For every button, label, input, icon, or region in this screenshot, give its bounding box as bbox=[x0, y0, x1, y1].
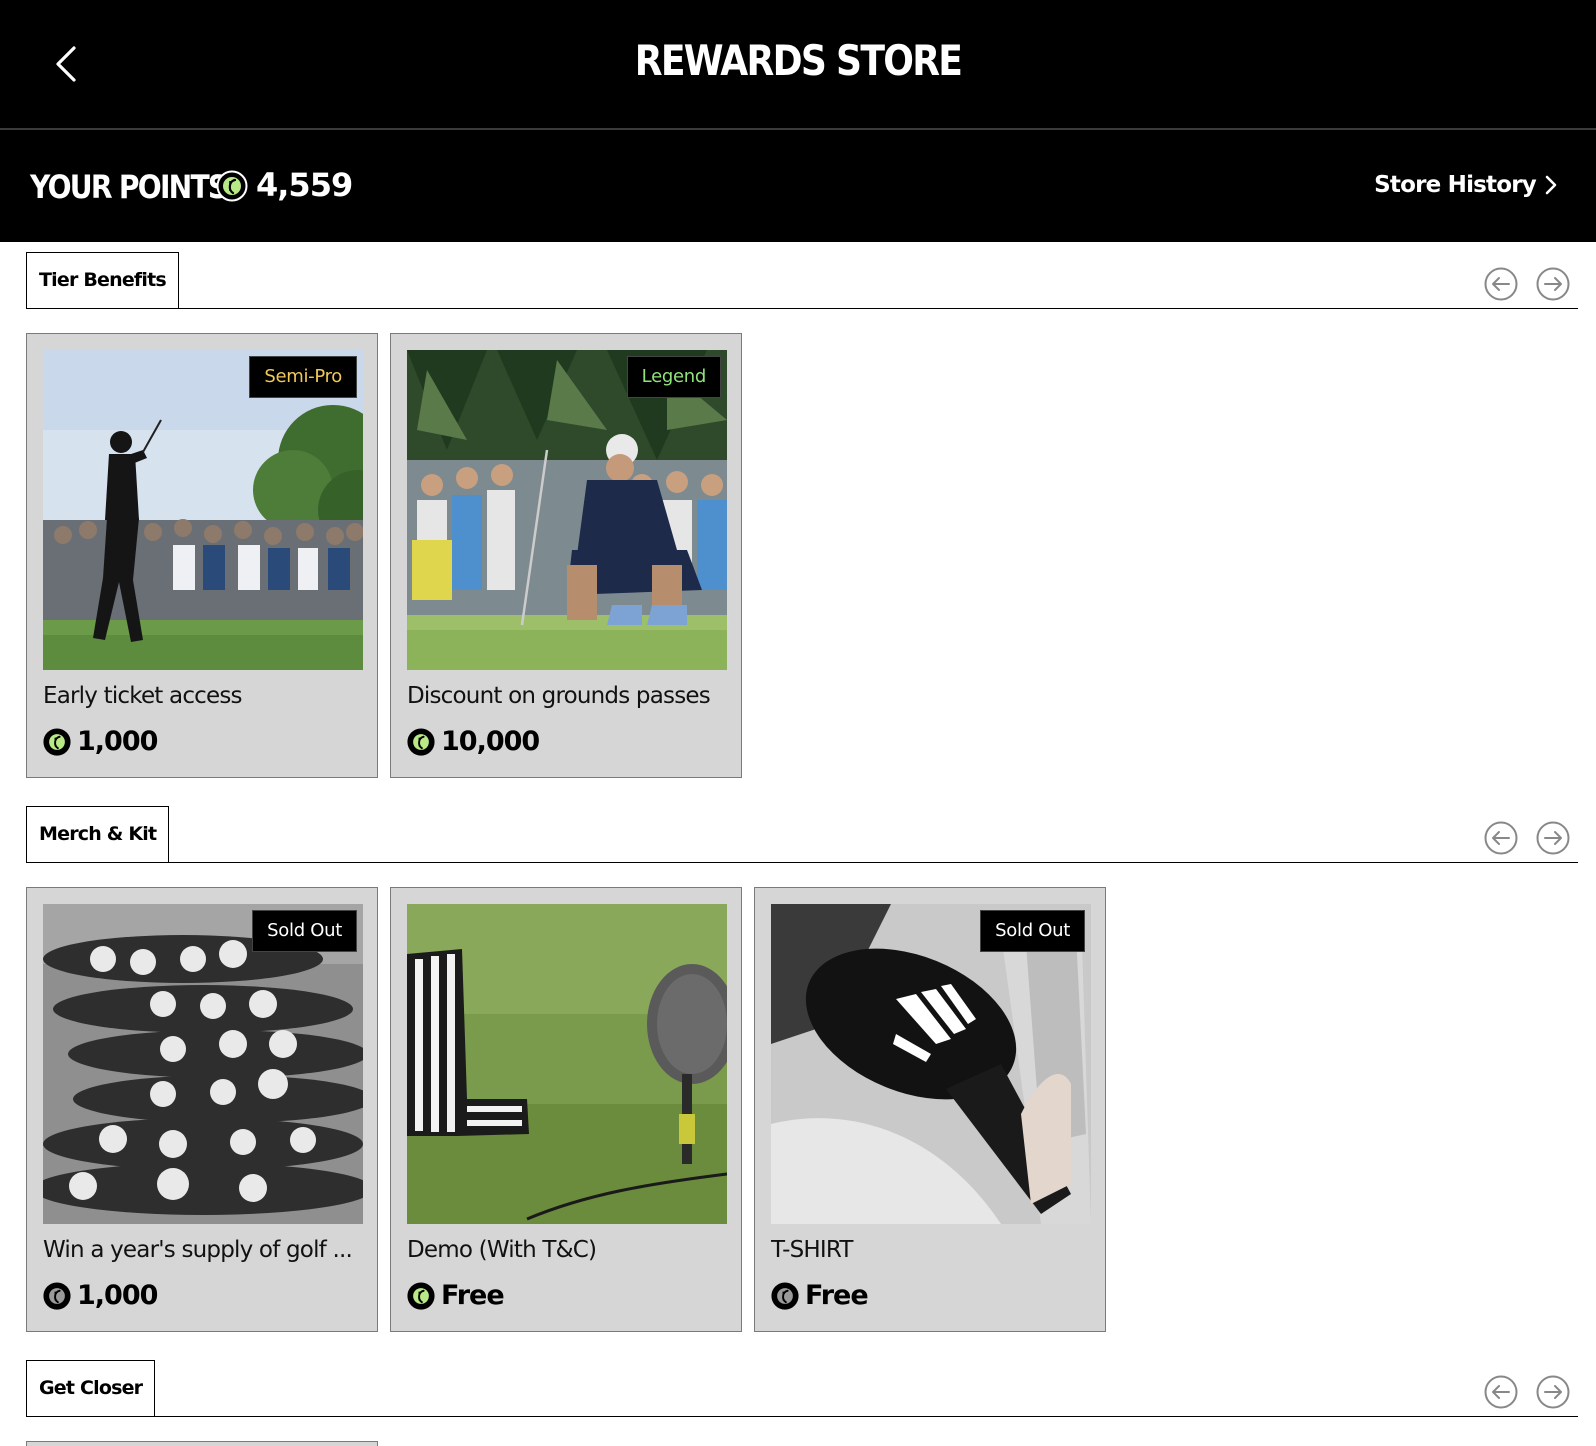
points-bar: YOUR POINTS 4,559 Store History bbox=[0, 130, 1596, 242]
reward-price-value: Free bbox=[441, 1280, 505, 1311]
points-coin-icon bbox=[771, 1281, 799, 1310]
points-coin-icon bbox=[407, 727, 435, 756]
reward-card[interactable]: Sold Out T-SHIRT Free bbox=[754, 887, 1106, 1332]
points-coin-icon bbox=[43, 1281, 71, 1310]
reward-card[interactable]: Sold Out Win a year's supply of golf ...… bbox=[26, 887, 378, 1332]
section-merch-kit: Merch & Kit bbox=[26, 806, 1578, 863]
section-tab-tier-benefits[interactable]: Tier Benefits bbox=[26, 252, 179, 308]
reward-card[interactable]: Demo (With T&C) Free bbox=[390, 887, 742, 1332]
points-value: 4,559 bbox=[256, 166, 353, 204]
reward-price-value: 10,000 bbox=[441, 726, 540, 757]
reward-price: 1,000 bbox=[43, 726, 158, 757]
top-bar: REWARDS STORE bbox=[0, 0, 1596, 130]
chevron-right-icon bbox=[1545, 175, 1557, 195]
reward-image-golfer-swing: Semi-Pro bbox=[43, 350, 363, 670]
section-tier-benefits: Tier Benefits bbox=[26, 252, 1578, 309]
section-tab-merch-kit[interactable]: Merch & Kit bbox=[26, 806, 170, 862]
reward-title: Win a year's supply of golf ... bbox=[43, 1237, 353, 1263]
reward-title: Early ticket access bbox=[43, 683, 243, 709]
arrow-right-icon[interactable] bbox=[1536, 821, 1570, 855]
store-history-label: Store History bbox=[1374, 172, 1537, 198]
chevron-left-icon bbox=[56, 46, 76, 82]
reward-price: Free bbox=[407, 1280, 505, 1311]
section-tab-get-closer[interactable]: Get Closer bbox=[26, 1360, 156, 1416]
reward-title: T-SHIRT bbox=[771, 1237, 853, 1263]
points-coin-icon bbox=[216, 170, 248, 202]
arrow-right-icon[interactable] bbox=[1536, 267, 1570, 301]
page-title: REWARDS STORE bbox=[634, 36, 963, 85]
section-get-closer: Get Closer bbox=[26, 1360, 1578, 1417]
points-label: YOUR POINTS bbox=[30, 168, 228, 206]
back-button[interactable] bbox=[48, 40, 88, 88]
reward-title: Discount on grounds passes bbox=[407, 683, 711, 709]
reward-price-value: 1,000 bbox=[77, 726, 158, 757]
reward-price-value: Free bbox=[805, 1280, 869, 1311]
reward-card[interactable]: Legend Discount on grounds passes 10,000 bbox=[390, 333, 742, 778]
arrow-left-icon[interactable] bbox=[1484, 1375, 1518, 1409]
reward-card[interactable]: Semi-Pro Early ticket access 1,000 bbox=[26, 333, 378, 778]
tier-badge-legend: Legend bbox=[626, 356, 721, 398]
sold-out-badge: Sold Out bbox=[252, 910, 357, 952]
reward-image-microphone: Sold Out bbox=[771, 904, 1091, 1224]
store-history-link[interactable]: Store History bbox=[1374, 172, 1558, 198]
points-coin-icon bbox=[407, 1281, 435, 1310]
arrow-left-icon[interactable] bbox=[1484, 267, 1518, 301]
reward-price: Free bbox=[771, 1280, 869, 1311]
reward-card-partial[interactable] bbox=[26, 1441, 378, 1446]
sold-out-badge: Sold Out bbox=[980, 910, 1085, 952]
reward-image-tee-marker-grass bbox=[407, 904, 727, 1224]
reward-title: Demo (With T&C) bbox=[407, 1237, 597, 1263]
tier-badge-semi-pro: Semi-Pro bbox=[249, 356, 357, 398]
reward-price: 10,000 bbox=[407, 726, 540, 757]
points-coin-icon bbox=[43, 727, 71, 756]
reward-image-golfer-crouching: Legend bbox=[407, 350, 727, 670]
reward-price-value: 1,000 bbox=[77, 1280, 158, 1311]
reward-price: 1,000 bbox=[43, 1280, 158, 1311]
arrow-right-icon[interactable] bbox=[1536, 1375, 1570, 1409]
arrow-left-icon[interactable] bbox=[1484, 821, 1518, 855]
reward-image-golf-ball-baskets: Sold Out bbox=[43, 904, 363, 1224]
